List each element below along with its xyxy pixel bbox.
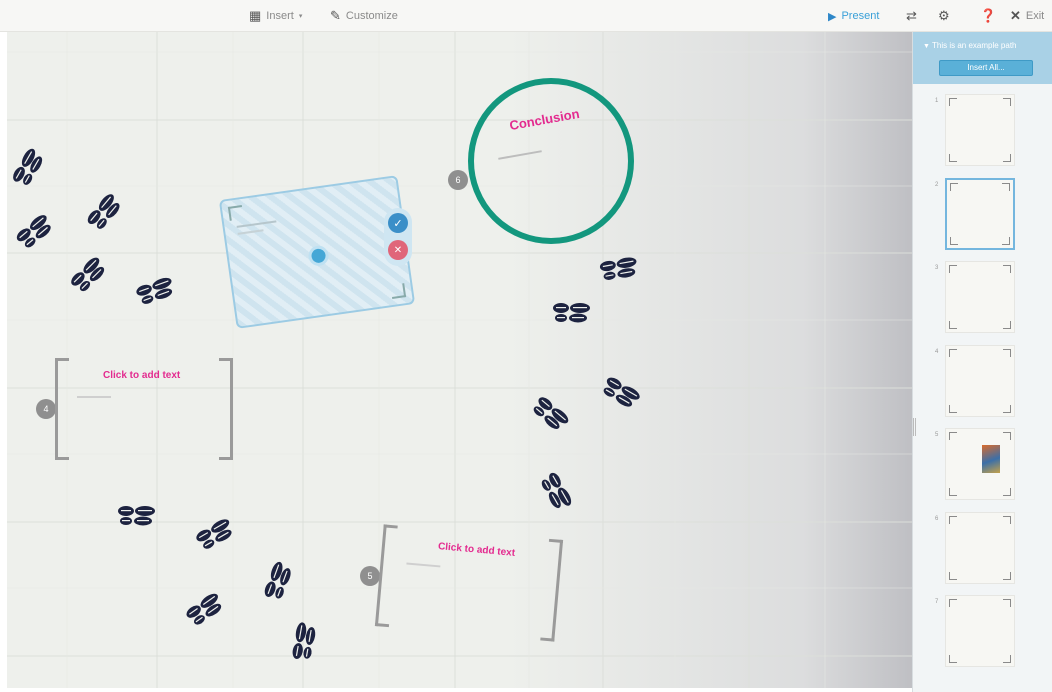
customize-button[interactable]: ✎ Customize	[330, 0, 398, 32]
prezi-editor: ▦ Insert ▾ ✎ Customize ▶ Present ⇄ ⚙ ❓ ✕…	[0, 0, 1052, 692]
frame-text-line	[237, 229, 264, 235]
sidebar-title: ▼ This is an example path	[923, 41, 1017, 50]
settings-button[interactable]: ⚙	[938, 0, 950, 32]
exit-label: Exit	[1025, 10, 1045, 22]
thumbnail-7[interactable]	[945, 595, 1015, 667]
help-icon: ❓	[980, 8, 997, 23]
sidebar-header: ▼ This is an example path Insert All...	[913, 32, 1052, 84]
thumbnail-6[interactable]	[945, 511, 1015, 584]
insert-label: Insert	[266, 10, 294, 22]
top-toolbar: ▦ Insert ▾ ✎ Customize ▶ Present ⇄ ⚙ ❓ ✕…	[0, 0, 1052, 32]
present-label: Present	[841, 10, 880, 22]
gear-icon: ⚙	[938, 8, 950, 23]
frame-corner	[227, 205, 244, 221]
sidebar-title-text: This is an example path	[932, 41, 1017, 50]
frame-bracket-left	[55, 358, 69, 460]
frame-text-line	[236, 220, 277, 228]
frame-placeholder[interactable]: Click to add text	[438, 541, 516, 559]
delete-button[interactable]: ✕	[388, 240, 408, 260]
frame-corner	[390, 283, 407, 299]
prezi-canvas[interactable]: ✓ ✕ 6 Conclusion 4 Click to add text 5 C…	[7, 32, 912, 688]
checkmark-icon: ✓	[393, 217, 403, 230]
share-button[interactable]: ⇄	[906, 0, 917, 32]
thumbnail-number: 2	[935, 181, 939, 188]
frame-text-line	[406, 562, 441, 568]
thumbnail-number: 3	[935, 265, 939, 271]
thumbnail-number: 7	[935, 599, 939, 605]
frame-text-line	[77, 396, 111, 398]
customize-label: Customize	[345, 10, 398, 22]
thumbnail-image	[982, 445, 1000, 473]
thumbnail-4[interactable]	[945, 344, 1015, 417]
frame-number[interactable]: 4	[36, 399, 56, 419]
frame-number[interactable]: 5	[360, 566, 380, 586]
thumbnail-2[interactable]	[945, 177, 1015, 250]
frame-edit-controls: ✓ ✕	[384, 208, 412, 266]
frame-number[interactable]: 6	[448, 170, 468, 190]
thumbnail-3[interactable]	[945, 261, 1015, 333]
share-icon: ⇄	[906, 8, 917, 23]
thumbnail-5[interactable]	[945, 428, 1015, 500]
conclusion-circle-frame[interactable]	[468, 78, 634, 244]
insert-all-button[interactable]: Insert All...	[939, 60, 1033, 76]
collapse-arrow-icon[interactable]: ▼	[923, 43, 930, 50]
move-handle-icon[interactable]	[307, 244, 330, 268]
chevron-down-icon: ▾	[298, 13, 303, 20]
sidebar-resize-handle[interactable]	[913, 418, 916, 436]
confirm-button[interactable]: ✓	[388, 213, 408, 233]
help-button[interactable]: ❓	[980, 0, 996, 32]
thumbnail-1[interactable]	[945, 94, 1015, 166]
exit-button[interactable]: ✕ Exit	[1010, 0, 1044, 32]
thumbnail-number: 6	[935, 515, 939, 522]
insert-menu-button[interactable]: ▦ Insert ▾	[249, 0, 302, 32]
frame-placeholder[interactable]: Click to add text	[103, 370, 180, 381]
present-button[interactable]: ▶ Present	[828, 0, 879, 32]
insert-icon: ▦	[249, 8, 262, 23]
frame-bracket-right	[219, 358, 233, 460]
thumbnail-number: 1	[935, 98, 939, 104]
rotated-bracket-frame: Click to add text	[374, 524, 564, 642]
play-icon: ▶	[828, 10, 837, 23]
footprint-icon	[552, 302, 592, 329]
close-icon: ✕	[393, 244, 403, 256]
thumbnail-number: 4	[935, 348, 939, 355]
thumbnail-number: 5	[935, 432, 939, 438]
path-sidebar: ▼ This is an example path Insert All... …	[912, 32, 1052, 692]
close-icon: ✕	[1010, 8, 1021, 23]
pencil-icon: ✎	[330, 8, 341, 23]
footprint-icon	[117, 505, 157, 532]
